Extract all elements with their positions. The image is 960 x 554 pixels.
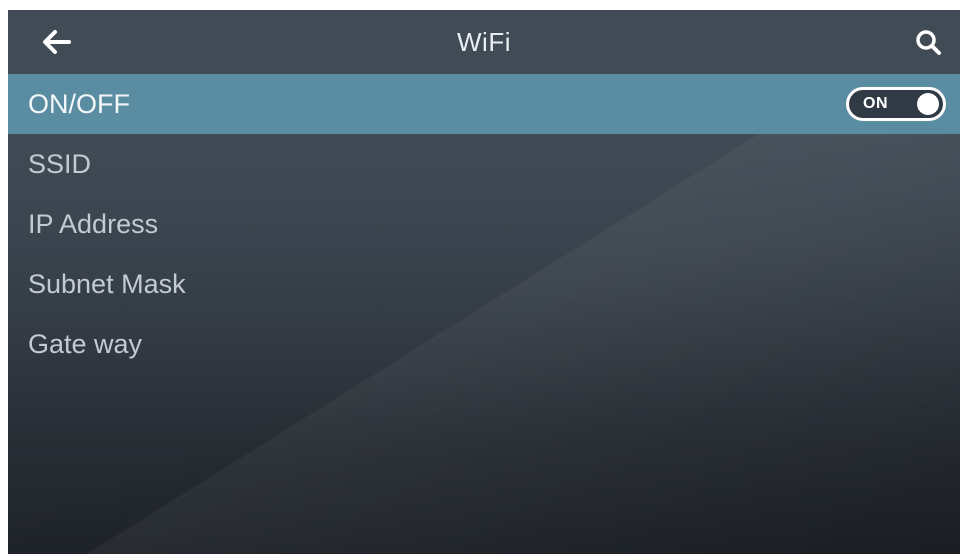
header-bar: WiFi xyxy=(8,10,960,74)
toggle-state-label: ON xyxy=(863,95,888,112)
menu-item-label: Subnet Mask xyxy=(28,269,186,299)
menu-item-subnet-mask[interactable]: Subnet Mask xyxy=(8,254,960,314)
settings-menu: ON/OFF ON SSID IP Address Subnet Mask Ga… xyxy=(8,74,960,374)
search-button[interactable] xyxy=(910,24,946,60)
menu-item-ip-address[interactable]: IP Address xyxy=(8,194,960,254)
menu-item-gateway[interactable]: Gate way xyxy=(8,314,960,374)
wifi-settings-screen: WiFi ON/OFF ON SSID IP Address Subnet Ma… xyxy=(8,10,960,554)
menu-item-on-off[interactable]: ON/OFF ON xyxy=(8,74,960,134)
menu-item-label: IP Address xyxy=(28,209,159,239)
menu-item-ssid[interactable]: SSID xyxy=(8,134,960,194)
menu-item-label: ON/OFF xyxy=(28,89,130,119)
wifi-toggle[interactable]: ON xyxy=(846,87,946,121)
search-icon xyxy=(916,30,941,55)
page-title: WiFi xyxy=(457,27,511,57)
menu-item-label: SSID xyxy=(28,149,92,179)
toggle-knob xyxy=(917,93,939,115)
menu-item-label: Gate way xyxy=(28,329,143,359)
